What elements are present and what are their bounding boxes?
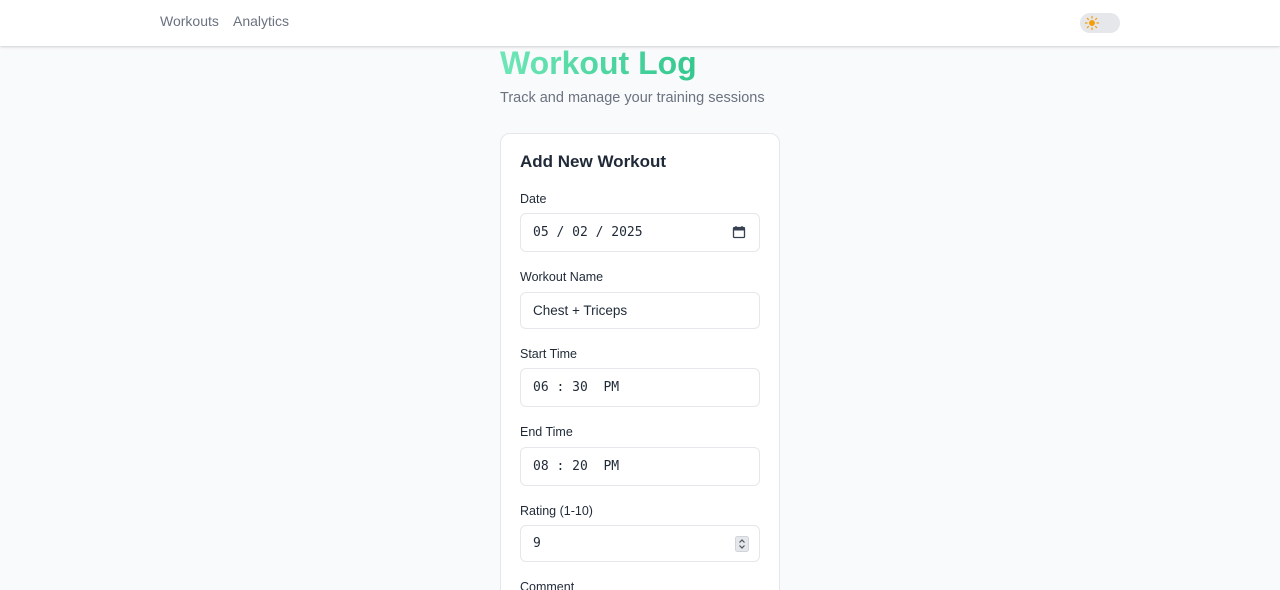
sun-icon (1084, 15, 1100, 31)
form-title: Add New Workout (520, 152, 667, 171)
end-time-input[interactable]: 08 : 20 PM (520, 447, 760, 486)
date-input[interactable]: 05 / 02 / 2025 (520, 213, 760, 252)
start-time-input[interactable]: 06 : 30 PM (520, 368, 760, 407)
theme-toggle[interactable] (1080, 13, 1120, 33)
workout-name-input[interactable]: Chest + Triceps (520, 292, 760, 329)
rating-value: 9 (533, 536, 541, 551)
workout-name-value: Chest + Triceps (533, 303, 628, 318)
date-value: 05 / 02 / 2025 (533, 225, 643, 240)
add-workout-card: Add New Workout Date 05 / 02 / 2025 Work… (500, 133, 780, 590)
end-time-label: End Time (520, 425, 573, 439)
start-time-label: Start Time (520, 347, 577, 361)
calendar-icon[interactable] (732, 225, 746, 239)
nav-link-analytics[interactable]: Analytics (233, 13, 289, 29)
top-navbar: Workouts Analytics (0, 0, 1280, 46)
rating-label: Rating (1-10) (520, 504, 593, 518)
start-time-value: 06 : 30 PM (533, 380, 620, 395)
date-label: Date (520, 192, 547, 206)
page-title: Workout Log (500, 45, 697, 81)
page-subtitle: Track and manage your training sessions (500, 90, 765, 106)
number-spinner-icon[interactable] (735, 536, 749, 552)
workout-name-label: Workout Name (520, 270, 604, 284)
nav-link-workouts[interactable]: Workouts (160, 13, 219, 29)
rating-input[interactable]: 9 (520, 525, 760, 562)
comment-label: Comment (520, 580, 575, 590)
end-time-value: 08 : 20 PM (533, 459, 620, 474)
